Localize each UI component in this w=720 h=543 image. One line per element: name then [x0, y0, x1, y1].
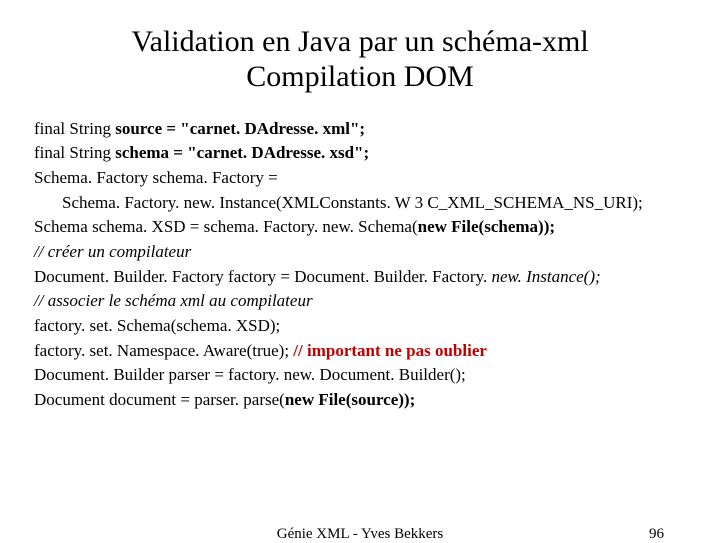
code-line: final String schema = "carnet. DAdresse.…	[34, 141, 686, 166]
code-line: Schema. Factory schema. Factory =	[34, 166, 686, 191]
code-comment: // associer le schéma xml au compilateur	[34, 289, 686, 314]
code-line: Document. Builder. Factory factory = Doc…	[34, 265, 686, 290]
code-line: Schema schema. XSD = schema. Factory. ne…	[34, 215, 686, 240]
code-line: final String source = "carnet. DAdresse.…	[34, 117, 686, 142]
code-line: Document document = parser. parse(new Fi…	[34, 388, 686, 413]
code-line: Schema. Factory. new. Instance(XMLConsta…	[34, 191, 686, 216]
code-comment: // créer un compilateur	[34, 240, 686, 265]
code-line: Document. Builder parser = factory. new.…	[34, 363, 686, 388]
title-line-1: Validation en Java par un schéma-xml	[131, 25, 588, 58]
slide: Validation en Java par un schéma-xml Com…	[0, 0, 720, 412]
footer-author: Génie XML - Yves Bekkers	[277, 526, 444, 543]
slide-title: Validation en Java par un schéma-xml Com…	[34, 24, 686, 95]
code-block: final String source = "carnet. DAdresse.…	[34, 117, 686, 413]
title-line-2: Compilation DOM	[246, 60, 474, 93]
page-number: 96	[649, 526, 664, 543]
code-line: factory. set. Schema(schema. XSD);	[34, 314, 686, 339]
code-line: factory. set. Namespace. Aware(true); //…	[34, 339, 686, 364]
